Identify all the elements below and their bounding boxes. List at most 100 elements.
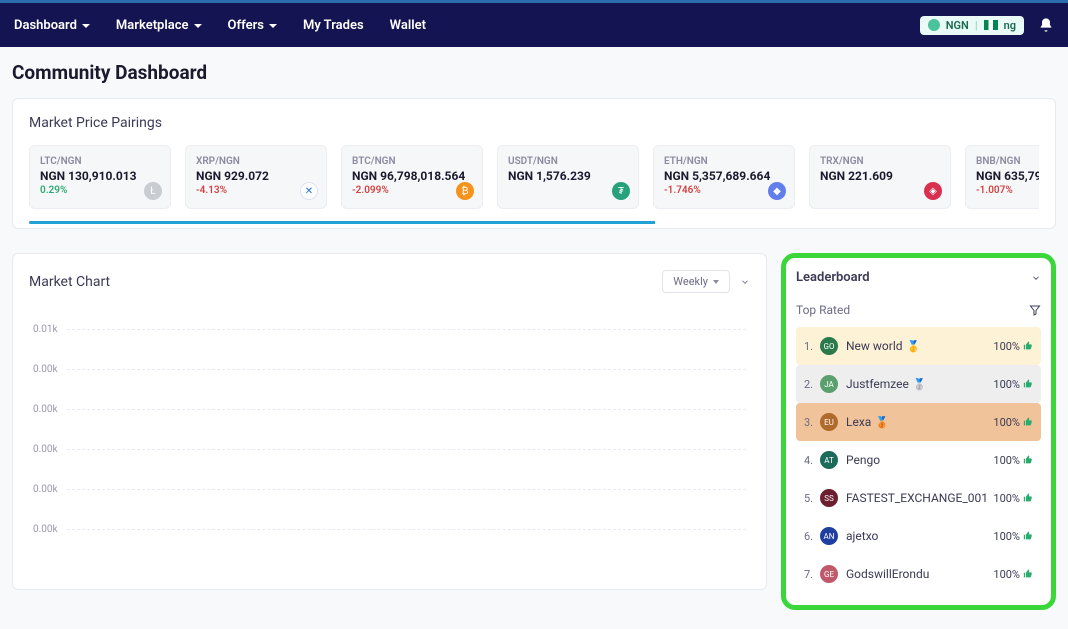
user-name: ajetxo [846, 529, 993, 543]
leaderboard-title: Leaderboard [796, 270, 870, 285]
market-pairings-card: Market Price Pairings LTC/NGN NGN 130,910… [12, 98, 1056, 229]
y-axis-tick: 0.00k [33, 364, 67, 375]
leaderboard-row[interactable]: 2.JA Justfemzee🥈100% [796, 365, 1041, 403]
medal-icon: 🥇 [907, 340, 921, 353]
y-axis-tick: 0.00k [33, 444, 67, 455]
score: 100% [993, 340, 1033, 353]
leaderboard-row[interactable]: 1.GO New world🥇100% [796, 327, 1041, 365]
globe-icon [928, 19, 940, 31]
pair-symbol: TRX/NGN [820, 156, 940, 167]
thumbs-up-icon [1023, 379, 1033, 389]
coin-icon: ₮ [612, 182, 630, 200]
nav-item-dashboard[interactable]: Dashboard [14, 18, 90, 33]
chevron-down-icon [194, 24, 202, 28]
currency-selector[interactable]: NGN | ng [920, 16, 1024, 35]
avatar: JA [820, 375, 838, 393]
navbar: Dashboard Marketplace Offers My Trades Walle… [0, 3, 1068, 47]
page-title: Community Dashboard [12, 61, 1056, 84]
leaderboard-row[interactable]: 3.EULexa🥉100% [796, 403, 1041, 441]
rank: 5. [804, 492, 820, 505]
avatar: GE [820, 565, 838, 583]
coin-icon: ✕ [300, 182, 318, 200]
pair-price: NGN 5,357,689.664 [664, 169, 784, 183]
rank: 6. [804, 530, 820, 543]
pair-change: -1.007% [976, 185, 1039, 196]
chevron-down-icon [82, 24, 90, 28]
nav-item-offers[interactable]: Offers [228, 18, 277, 33]
pair-price: NGN 96,798,018.564 [352, 169, 472, 183]
market-pairings-title: Market Price Pairings [29, 115, 1039, 131]
flag-icon [984, 20, 998, 30]
y-axis-tick: 0.00k [33, 524, 67, 535]
nav-item-wallet[interactable]: Wallet [390, 18, 426, 33]
market-pair-card[interactable]: BNB/NGNNGN 635,795.…-1.007%◆ [965, 145, 1039, 209]
coin-icon: ◈ [924, 182, 942, 200]
thumbs-up-icon [1023, 531, 1033, 541]
filter-icon[interactable] [1029, 304, 1041, 316]
chart-area: 0.01k 0.00k 0.00k 0.00k 0.00k 0.00k [29, 303, 750, 573]
score: 100% [993, 568, 1033, 581]
leaderboard-subtitle: Top Rated [796, 303, 850, 317]
coin-icon: Ł [144, 182, 162, 200]
rank: 4. [804, 454, 820, 467]
y-axis-tick: 0.01k [33, 324, 67, 335]
leaderboard-row[interactable]: 4.ATPengo100% [796, 441, 1041, 479]
pair-change: -2.099% [352, 185, 472, 196]
score: 100% [993, 378, 1033, 391]
avatar: GO [820, 337, 838, 355]
user-name: New world🥇 [846, 339, 993, 353]
pair-symbol: XRP/NGN [196, 156, 316, 167]
pair-symbol: LTC/NGN [40, 156, 160, 167]
user-name: GodswillErondu [846, 567, 993, 581]
y-axis-tick: 0.00k [33, 484, 67, 495]
expand-chart-icon[interactable] [740, 277, 750, 287]
coin-icon: ₿ [456, 182, 474, 200]
y-axis-tick: 0.00k [33, 404, 67, 415]
pair-price: NGN 635,795.… [976, 169, 1039, 183]
market-pair-card[interactable]: BTC/NGN NGN 96,798,018.564 -2.099%₿ [341, 145, 483, 209]
score: 100% [993, 454, 1033, 467]
score: 100% [993, 492, 1033, 505]
pair-symbol: ETH/NGN [664, 156, 784, 167]
pair-change: -4.13% [196, 185, 316, 196]
avatar: AN [820, 527, 838, 545]
market-pair-card[interactable]: ETH/NGNNGN 5,357,689.664-1.746%◆ [653, 145, 795, 209]
market-pair-card[interactable]: LTC/NGN NGN 130,910.013 0.29%Ł [29, 145, 171, 209]
pair-symbol: USDT/NGN [508, 156, 628, 167]
medal-icon: 🥈 [913, 378, 927, 391]
thumbs-up-icon [1023, 493, 1033, 503]
chart-range-select[interactable]: Weekly [662, 270, 730, 293]
locale-code: ng [1004, 19, 1016, 32]
thumbs-up-icon [1023, 455, 1033, 465]
chart-range-label: Weekly [673, 275, 708, 288]
medal-icon: 🥉 [875, 416, 889, 429]
scroll-indicator [29, 221, 1039, 224]
leaderboard-row[interactable]: 5.SS FASTEST_EXCHANGE_001100% [796, 479, 1041, 517]
market-pair-card[interactable]: XRP/NGNNGN 929.072-4.13%✕ [185, 145, 327, 209]
pair-price: NGN 130,910.013 [40, 169, 160, 183]
score: 100% [993, 416, 1033, 429]
rank: 7. [804, 568, 820, 581]
nav-item-my-trades[interactable]: My Trades [303, 18, 364, 33]
leaderboard-card: Leaderboard Top Rated 1.GONew world🥇100%… [781, 253, 1056, 610]
user-name: Justfemzee🥈 [846, 377, 993, 391]
pair-price: NGN 1,576.239 [508, 169, 628, 183]
bell-icon[interactable] [1038, 17, 1054, 33]
leaderboard-row[interactable]: 6.ANajetxo100% [796, 517, 1041, 555]
market-pair-card[interactable]: USDT/NGN NGN 1,576.239₮ [497, 145, 639, 209]
user-name: FASTEST_EXCHANGE_001 [846, 491, 993, 505]
avatar: AT [820, 451, 838, 469]
pair-change: 0.29% [40, 185, 160, 196]
pair-change: -1.746% [664, 185, 784, 196]
market-pair-card[interactable]: TRX/NGNNGN 221.609◈ [809, 145, 951, 209]
leaderboard-row[interactable]: 7.GE GodswillErondu100% [796, 555, 1041, 593]
nav-item-marketplace[interactable]: Marketplace [116, 18, 202, 33]
pair-symbol: BTC/NGN [352, 156, 472, 167]
chevron-down-icon[interactable] [1031, 273, 1041, 283]
rank: 2. [804, 378, 820, 391]
pair-symbol: BNB/NGN [976, 156, 1039, 167]
rank: 1. [804, 340, 820, 353]
avatar: EU [820, 413, 838, 431]
rank: 3. [804, 416, 820, 429]
avatar: SS [820, 489, 838, 507]
